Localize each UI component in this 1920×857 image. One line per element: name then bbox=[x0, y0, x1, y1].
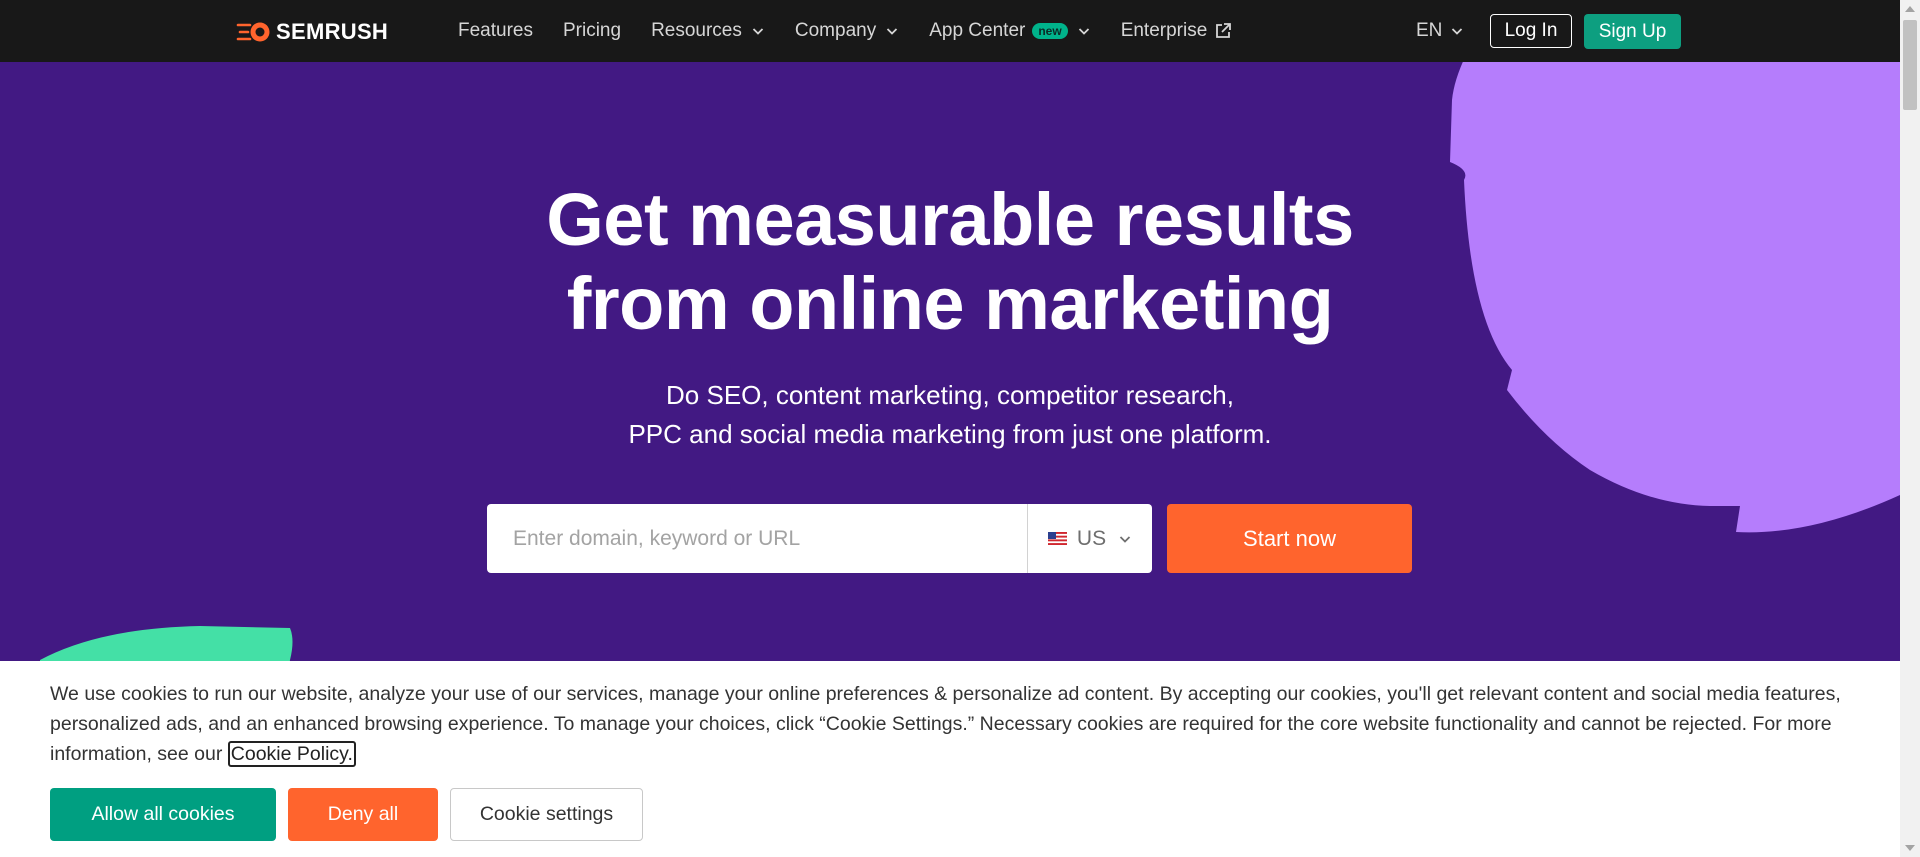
nav-item-label: Company bbox=[794, 20, 877, 41]
hero-title-line-1: Get measurable results bbox=[546, 178, 1354, 261]
hero-subtitle: Do SEO, content marketing, competitor re… bbox=[560, 376, 1340, 454]
logo-text: SEMRUSH bbox=[276, 19, 389, 44]
scroll-down-arrow-icon[interactable] bbox=[1905, 845, 1915, 851]
chevron-down-icon bbox=[1452, 28, 1463, 35]
language-selector[interactable]: EN bbox=[1416, 20, 1464, 42]
hero-title-line-2: from online marketing bbox=[566, 262, 1334, 345]
cookie-message: We use cookies to run our website, analy… bbox=[50, 679, 1860, 769]
cookie-policy-link[interactable]: Cookie Policy. bbox=[227, 741, 356, 767]
nav-item-enterprise[interactable]: Enterprise bbox=[1121, 20, 1233, 42]
hero-subtitle-line-1: Do SEO, content marketing, competitor re… bbox=[666, 380, 1234, 410]
page-scrollbar[interactable] bbox=[1900, 0, 1920, 857]
nav-item-pricing[interactable]: Pricing bbox=[563, 20, 621, 42]
login-button[interactable]: Log In bbox=[1490, 14, 1572, 48]
cookie-buttons: Allow all cookies Deny all Cookie settin… bbox=[50, 788, 655, 841]
nav-item-label: Enterprise bbox=[1120, 20, 1208, 41]
external-link-icon bbox=[1216, 23, 1232, 38]
database-label: US bbox=[1076, 526, 1107, 550]
semrush-logo-icon bbox=[236, 22, 270, 42]
start-now-button[interactable]: Start now bbox=[1167, 504, 1412, 573]
nav-item-features[interactable]: Features bbox=[458, 20, 533, 42]
new-badge: new bbox=[1032, 23, 1068, 39]
search-input[interactable] bbox=[487, 504, 1027, 573]
nav-item-company[interactable]: Company bbox=[795, 20, 899, 42]
deny-all-button[interactable]: Deny all bbox=[288, 788, 438, 841]
top-nav: SEMRUSH Features Pricing Resources Compa… bbox=[0, 0, 1900, 62]
nav-item-label: Pricing bbox=[562, 20, 622, 41]
nav-item-label: App Center bbox=[929, 20, 1026, 41]
chevron-down-icon bbox=[1078, 28, 1089, 35]
language-label: EN bbox=[1416, 20, 1443, 41]
nav-item-label: Resources bbox=[651, 20, 742, 41]
nav-item-label: Features bbox=[458, 20, 533, 41]
decorative-purple-shape bbox=[1450, 0, 1900, 533]
chevron-down-icon bbox=[887, 28, 898, 35]
signup-button[interactable]: Sign Up bbox=[1584, 14, 1681, 49]
search-box: US bbox=[487, 504, 1152, 573]
chevron-down-icon bbox=[1119, 535, 1131, 543]
nav-links: Features Pricing Resources Company App C… bbox=[458, 0, 1262, 62]
cookie-banner: We use cookies to run our website, analy… bbox=[0, 661, 1900, 857]
hero-subtitle-line-2: PPC and social media marketing from just… bbox=[628, 419, 1272, 449]
nav-item-app-center[interactable]: App Center new bbox=[929, 20, 1090, 42]
cookie-settings-button[interactable]: Cookie settings bbox=[450, 788, 643, 841]
hero-title: Get measurable results from online marke… bbox=[460, 178, 1440, 346]
allow-all-cookies-button[interactable]: Allow all cookies bbox=[50, 788, 276, 841]
scroll-up-arrow-icon[interactable] bbox=[1905, 6, 1915, 12]
database-selector[interactable]: US bbox=[1027, 504, 1152, 573]
chevron-down-icon bbox=[752, 28, 764, 35]
scrollbar-thumb[interactable] bbox=[1903, 20, 1917, 110]
us-flag-icon bbox=[1047, 532, 1067, 545]
semrush-logo[interactable]: SEMRUSH bbox=[236, 19, 388, 45]
nav-item-resources[interactable]: Resources bbox=[651, 20, 765, 42]
